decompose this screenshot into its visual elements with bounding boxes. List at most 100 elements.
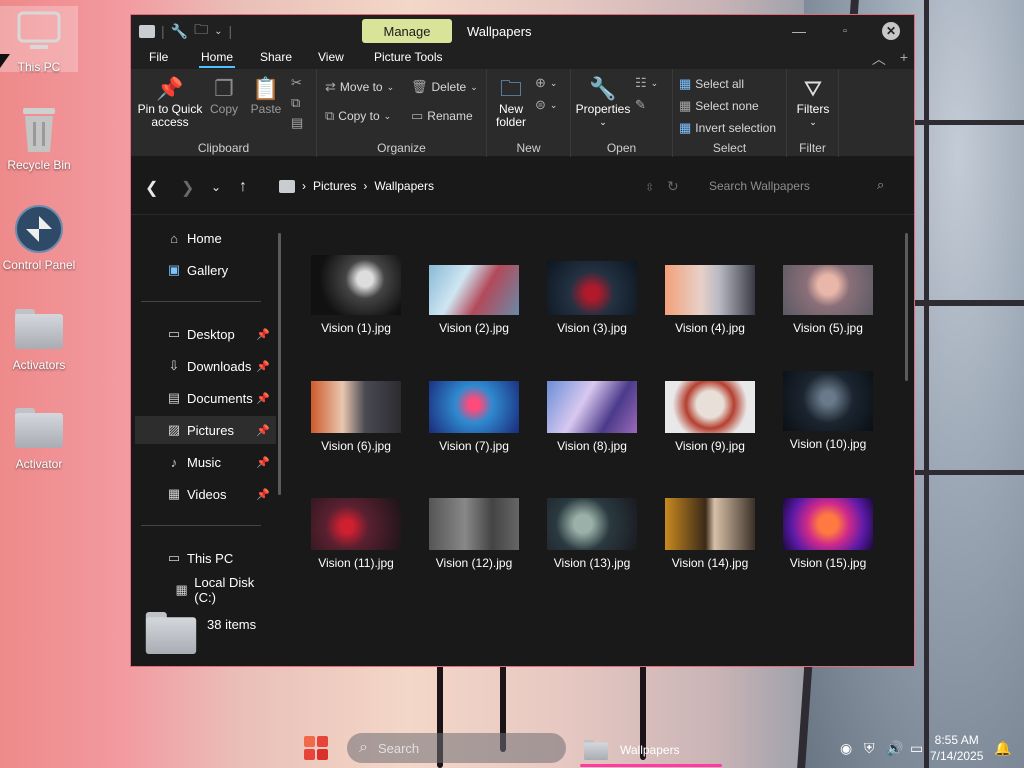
pin-icon[interactable]: 📌 — [256, 424, 270, 437]
copy-button[interactable]: ❐ Copy — [207, 75, 241, 116]
sidebar-item-music[interactable]: ♪ Music 📌 — [135, 448, 276, 476]
new-folder-icon[interactable]: 🗀 — [194, 19, 208, 43]
file-item[interactable]: Vision (13).jpg — [547, 498, 637, 570]
clock[interactable]: 8:55 AM 7/14/2025 — [930, 732, 983, 764]
sidebar-item-this-pc[interactable]: ▭ This PC — [135, 544, 276, 572]
new-folder-button[interactable]: 🗀 New folder — [491, 75, 531, 129]
sidebar-item-home[interactable]: ⌂ Home — [135, 224, 276, 252]
desktop-icon-control-panel[interactable]: Control Panel — [0, 204, 78, 272]
sort-icon[interactable]: ⇳ — [645, 181, 654, 194]
file-item[interactable]: Vision (14).jpg — [665, 498, 755, 570]
pin-icon[interactable]: 📌 — [256, 392, 270, 405]
tab-file[interactable]: File — [149, 50, 168, 64]
taskbar-app-explorer[interactable]: Wallpapers — [580, 735, 722, 767]
pin-icon[interactable]: 📌 — [256, 328, 270, 341]
sidebar-item-gallery[interactable]: ▣ Gallery — [135, 256, 276, 284]
search-icon[interactable]: ⌕ — [877, 177, 884, 193]
sidebar-item-videos[interactable]: ▦ Videos 📌 — [135, 480, 276, 508]
search-input[interactable]: Search Wallpapers — [709, 179, 889, 193]
display-icon[interactable]: ▭ — [910, 740, 923, 757]
thumbnail-image — [783, 498, 873, 550]
file-item[interactable]: Vision (4).jpg — [665, 265, 755, 335]
collapse-ribbon-icon[interactable]: ︿ — [872, 49, 886, 69]
tab-manage[interactable]: Manage — [362, 19, 452, 43]
select-none-button[interactable]: ▦ Select none — [679, 98, 759, 114]
open-icon[interactable]: ☷ ⌄ — [635, 75, 658, 91]
open-group: 🔧 Properties ⌄ ☷ ⌄ ✎ Open — [571, 69, 673, 157]
file-item[interactable]: Vision (9).jpg — [665, 381, 755, 453]
tab-home[interactable]: Home — [198, 50, 236, 68]
copy-to-button[interactable]: ⧉ Copy to ⌄ — [325, 108, 391, 124]
desktop-icon-activator[interactable]: Activator — [0, 403, 78, 471]
invert-selection-button[interactable]: ▦ Invert selection — [679, 120, 776, 136]
file-item[interactable]: Vision (11).jpg — [311, 498, 401, 570]
content-scrollbar[interactable] — [905, 233, 908, 381]
sidebar-item-documents[interactable]: ▤ Documents 📌 — [135, 384, 276, 412]
music-icon: ♪ — [170, 454, 178, 470]
up-button[interactable]: ↑ — [239, 178, 247, 196]
sidebar-item-pictures[interactable]: ▨ Pictures 📌 — [135, 416, 276, 444]
start-button[interactable] — [304, 736, 330, 762]
sidebar-item-desktop[interactable]: ▭ Desktop 📌 — [135, 320, 276, 348]
chevron-down-icon[interactable]: ⌄ — [214, 26, 222, 37]
file-item[interactable]: Vision (8).jpg — [547, 381, 637, 453]
paste-shortcut-icon[interactable]: ▤ — [291, 115, 303, 131]
plus-icon[interactable]: + — [900, 49, 908, 69]
delete-button[interactable]: 🗑 Delete ⌄ — [411, 79, 478, 95]
pin-icon[interactable]: 📌 — [256, 456, 270, 469]
edit-icon[interactable]: ✎ — [635, 97, 646, 113]
desktop-icon-label: Activators — [12, 358, 66, 372]
breadcrumb-wallpapers[interactable]: Wallpapers — [374, 179, 434, 193]
minimize-button[interactable]: — — [776, 23, 822, 39]
chrome-icon[interactable]: ◉ — [840, 740, 852, 757]
maximize-button[interactable]: ▫ — [822, 25, 868, 37]
file-item[interactable]: Vision (10).jpg — [783, 371, 873, 451]
security-icon[interactable]: ⛨ — [864, 740, 875, 757]
invert-selection-label: Invert selection — [695, 121, 777, 135]
pin-quick-access-button[interactable]: 📌 Pin to Quick access — [137, 75, 203, 129]
cut-icon[interactable]: ✂ — [291, 75, 302, 91]
file-item[interactable]: Vision (5).jpg — [783, 265, 873, 335]
filters-button[interactable]: ⛛ Filters ⌄ — [791, 75, 835, 129]
new-item-icon[interactable]: ⊕ ⌄ — [535, 75, 557, 91]
desktop-icon-this-pc[interactable]: This PC — [0, 6, 78, 74]
move-to-button[interactable]: ⇄ Move to ⌄ — [325, 79, 394, 95]
chevron-right-icon: › — [302, 179, 306, 193]
file-item[interactable]: Vision (1).jpg — [311, 255, 401, 335]
sidebar-item-downloads[interactable]: ⇩ Downloads 📌 — [135, 352, 276, 380]
pin-icon[interactable]: 📌 — [256, 360, 270, 373]
file-item[interactable]: Vision (15).jpg — [783, 498, 873, 570]
paste-button[interactable]: 📋 Paste — [247, 75, 285, 116]
back-button[interactable]: ❮ — [145, 178, 158, 198]
window-controls: — ▫ ✕ — [776, 15, 914, 47]
breadcrumb-pictures[interactable]: Pictures — [313, 179, 356, 193]
file-item[interactable]: Vision (2).jpg — [429, 265, 519, 335]
time: 8:55 AM — [934, 733, 979, 747]
desktop-icon-recycle-bin[interactable]: Recycle Bin — [0, 104, 78, 172]
file-item[interactable]: Vision (12).jpg — [429, 498, 519, 570]
tab-view[interactable]: View — [318, 50, 344, 64]
pin-icon[interactable]: 📌 — [256, 488, 270, 501]
properties-icon[interactable]: 🔧 — [171, 23, 188, 40]
forward-button[interactable]: ❯ — [181, 178, 194, 198]
folder-icon[interactable] — [139, 24, 155, 38]
tab-picture-tools[interactable]: Picture Tools — [374, 50, 442, 64]
recent-locations-button[interactable]: ⌄ — [211, 180, 221, 194]
volume-icon[interactable]: 🔊 — [886, 740, 903, 757]
copy-path-icon[interactable]: ⧉ — [291, 95, 300, 111]
notification-bell-icon[interactable]: 🔔 — [994, 740, 1011, 757]
file-item[interactable]: Vision (3).jpg — [547, 261, 637, 335]
taskbar-search[interactable]: ⌕ Search — [347, 733, 566, 763]
tab-share[interactable]: Share — [260, 50, 292, 64]
refresh-button[interactable]: ↻ — [667, 178, 679, 195]
select-all-button[interactable]: ▦ Select all — [679, 76, 744, 92]
sidebar-item-local-disk[interactable]: ▦ Local Disk (C:) — [135, 575, 276, 605]
sidebar-scrollbar[interactable] — [278, 233, 281, 495]
file-item[interactable]: Vision (6).jpg — [311, 381, 401, 453]
rename-button[interactable]: ▭ Rename — [411, 108, 473, 124]
close-button[interactable]: ✕ — [868, 22, 914, 40]
desktop-icon-activators[interactable]: Activators — [0, 304, 78, 372]
file-item[interactable]: Vision (7).jpg — [429, 381, 519, 453]
easy-access-icon[interactable]: ⊜ ⌄ — [535, 97, 557, 113]
properties-button[interactable]: 🔧 Properties ⌄ — [575, 75, 631, 129]
